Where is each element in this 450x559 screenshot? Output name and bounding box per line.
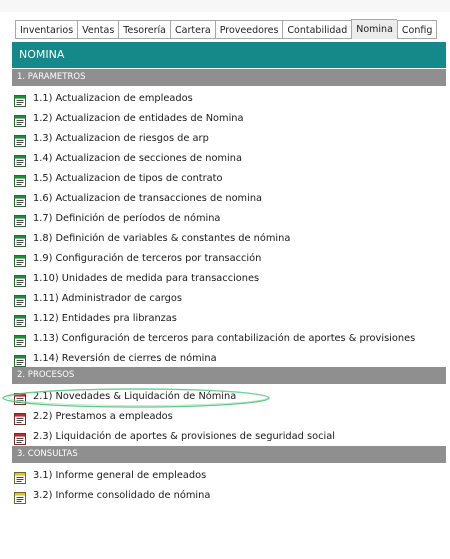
green-form-icon (14, 312, 26, 327)
green-form-icon (14, 92, 26, 107)
top-strip (0, 0, 450, 12)
page-title: NOMINA (12, 42, 446, 68)
menu-item-label: 1.3) Actualizacion de riesgos de arp (33, 132, 209, 144)
menu-item-label: 3.1) Informe general de empleados (33, 469, 207, 481)
menu-item-label: 1.6) Actualizacion de transacciones de n… (33, 192, 263, 204)
menu-item-label: 1.10) Unidades de medida para transaccio… (33, 272, 260, 284)
menu-item-3-1[interactable]: 3.1) Informe general de empleados (14, 466, 206, 484)
tab-nomina[interactable]: Nomina (351, 19, 397, 39)
menu-item-1-12[interactable]: 1.12) Entidades pra libranzas (14, 309, 177, 327)
menu-item-1-2[interactable]: 1.2) Actualizacion de entidades de Nomin… (14, 109, 244, 127)
menu-item-label: 1.4) Actualizacion de secciones de nomin… (33, 152, 242, 164)
green-form-icon (14, 112, 26, 127)
menu-item-label: 1.12) Entidades pra libranzas (33, 312, 177, 324)
tab-contabilidad[interactable]: Contabilidad (282, 20, 352, 39)
green-form-icon (14, 132, 26, 147)
green-form-icon (14, 352, 26, 367)
menu-item-3-2[interactable]: 3.2) Informe consolidado de nómina (14, 486, 210, 504)
menu-item-label: 1.11) Administrador de cargos (33, 292, 182, 304)
green-form-icon (14, 272, 26, 287)
menu-item-1-9[interactable]: 1.9) Configuración de terceros por trans… (14, 249, 261, 267)
module-tabs: Inventarios Ventas Tesorería Cartera Pro… (15, 19, 438, 40)
menu-item-label: 3.2) Informe consolidado de nómina (33, 489, 211, 501)
tab-ventas[interactable]: Ventas (77, 20, 119, 39)
menu-item-label: 2.2) Prestamos a empleados (33, 410, 173, 422)
green-form-icon (14, 292, 26, 307)
green-form-icon (14, 172, 26, 187)
green-form-icon (14, 192, 26, 207)
highlight-oval (2, 388, 270, 408)
menu-item-label: 1.2) Actualizacion de entidades de Nomin… (33, 112, 244, 124)
menu-item-label: 1.8) Definición de variables & constante… (33, 232, 291, 244)
menu-item-label: 1.5) Actualizacion de tipos de contrato (33, 172, 223, 184)
menu-item-1-1[interactable]: 1.1) Actualizacion de empleados (14, 89, 193, 107)
menu-item-1-13[interactable]: 1.13) Configuración de terceros para con… (14, 329, 415, 347)
menu-item-1-8[interactable]: 1.8) Definición de variables & constante… (14, 229, 290, 247)
tab-tesoreria[interactable]: Tesorería (118, 20, 171, 39)
menu-item-label: 1.9) Configuración de terceros por trans… (33, 252, 262, 264)
menu-item-label: 1.14) Reversión de cierres de nómina (33, 352, 217, 364)
menu-item-1-6[interactable]: 1.6) Actualizacion de transacciones de n… (14, 189, 262, 207)
menu-item-label: 1.7) Definición de períodos de nómina (33, 212, 221, 224)
tab-config[interactable]: Config (396, 20, 438, 39)
menu-item-label: 1.1) Actualizacion de empleados (33, 92, 193, 104)
menu-item-1-14[interactable]: 1.14) Reversión de cierres de nómina (14, 349, 217, 367)
menu-item-1-7[interactable]: 1.7) Definición de períodos de nómina (14, 209, 220, 227)
menu-item-1-10[interactable]: 1.10) Unidades de medida para transaccio… (14, 269, 259, 287)
menu-item-1-11[interactable]: 1.11) Administrador de cargos (14, 289, 182, 307)
green-form-icon (14, 152, 26, 167)
red-form-icon (14, 430, 26, 445)
tab-proveedores[interactable]: Proveedores (214, 20, 283, 39)
menu-item-1-3[interactable]: 1.3) Actualizacion de riesgos de arp (14, 129, 209, 147)
tab-inventarios[interactable]: Inventarios (15, 20, 78, 39)
section-parametros: 1. PARAMETROS (12, 69, 446, 86)
menu-item-label: 2.3) Liquidación de aportes & provisione… (33, 430, 335, 442)
green-form-icon (14, 252, 26, 267)
green-form-icon (14, 332, 26, 347)
tab-cartera[interactable]: Cartera (170, 20, 215, 39)
menu-item-2-3[interactable]: 2.3) Liquidación de aportes & provisione… (14, 427, 335, 445)
section-consultas: 3. CONSULTAS (12, 446, 446, 463)
menu-item-1-4[interactable]: 1.4) Actualizacion de secciones de nomin… (14, 149, 242, 167)
menu-item-label: 1.13) Configuración de terceros para con… (33, 332, 416, 344)
red-form-icon (14, 410, 26, 425)
section-procesos: 2. PROCESOS (12, 367, 446, 384)
yellow-form-icon (14, 469, 26, 484)
green-form-icon (14, 212, 26, 227)
menu-item-1-5[interactable]: 1.5) Actualizacion de tipos de contrato (14, 169, 223, 187)
green-form-icon (14, 232, 26, 247)
yellow-form-icon (14, 489, 26, 504)
